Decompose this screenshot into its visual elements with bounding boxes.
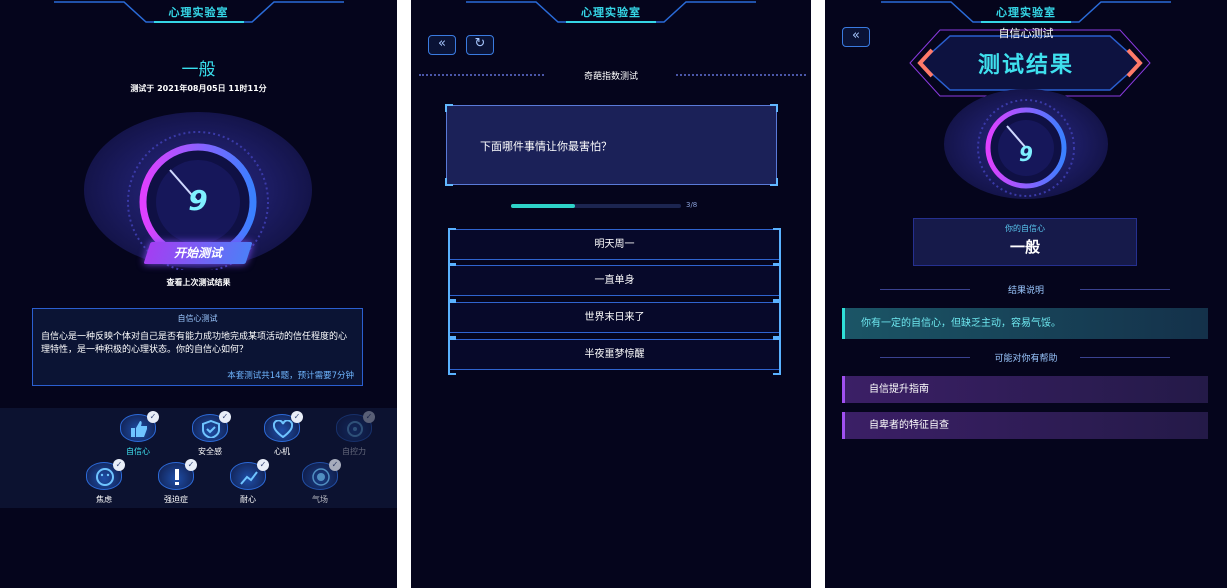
answer-option[interactable]: 半夜噩梦惊醒	[448, 338, 781, 375]
header-frame: 心理实验室	[53, 0, 344, 26]
header-title: 心理实验室	[581, 6, 641, 19]
question-screen: 心理实验室 « ↻ 奇葩指数测试 下面哪件事情让你最害怕？ 3/8 明天周一 一…	[411, 0, 811, 588]
category-label: 安全感	[198, 447, 222, 456]
refresh-icon: ↻	[474, 36, 486, 51]
category-label: 气场	[312, 495, 328, 504]
exclamation-icon	[175, 469, 179, 485]
intro-note: 本套测试共14题，预计需要7分钟	[227, 371, 354, 381]
category-label: 强迫症	[164, 495, 188, 504]
category-label: 焦虑	[96, 495, 112, 504]
category-scheming[interactable]: ✓ 心机	[252, 411, 312, 457]
progress-fill	[511, 204, 575, 208]
category-aura[interactable]: ✓ 气场	[290, 459, 350, 505]
shield-icon	[202, 420, 220, 438]
category-security[interactable]: ✓ 安全感	[180, 411, 240, 457]
start-test-button[interactable]: 开始测试	[143, 242, 253, 264]
category-anxiety[interactable]: ✓ 焦虑	[74, 459, 134, 505]
result-screen: 心理实验室 « 自信心测试 测试结果 9 你的自信心 一般 结果说明 你有一定的…	[825, 0, 1227, 588]
category-self-control[interactable]: ✓ 自控力	[324, 411, 384, 457]
category-label: 心机	[274, 447, 290, 456]
header-frame: 心理实验室	[881, 0, 1171, 26]
category-label: 自控力	[342, 447, 366, 456]
aura-icon	[312, 468, 330, 486]
growth-icon	[240, 471, 258, 485]
score-value: 9	[1019, 142, 1033, 166]
test-date: 测试于 2021年08月05日 11时11分	[130, 84, 267, 93]
heart-icon	[273, 420, 293, 438]
result-level-card: 你的自信心 一般	[913, 218, 1137, 266]
progress-text: 3/8	[686, 201, 698, 209]
question-card: 下面哪件事情让你最害怕？	[445, 104, 778, 186]
double-chevron-left-icon: «	[438, 36, 446, 51]
category-ocd[interactable]: ✓ 强迫症	[146, 459, 206, 505]
result-level: 一般	[1009, 238, 1040, 256]
start-test-label: 开始测试	[173, 246, 222, 260]
help-item[interactable]: 自卑者的特征自查	[842, 412, 1208, 439]
result-description: 你有一定的自信心，但缺乏主动，容易气馁。	[842, 308, 1208, 339]
divider	[1080, 289, 1170, 290]
category-label: 自信心	[126, 447, 150, 456]
level-text: 一般	[181, 60, 216, 80]
back-button[interactable]: «	[428, 35, 456, 55]
progress-bar	[511, 204, 681, 208]
answer-option[interactable]: 一直单身	[448, 264, 781, 301]
answer-option[interactable]: 世界末日来了	[448, 301, 781, 338]
target-icon	[347, 421, 363, 437]
your-confidence-label: 你的自信心	[1005, 224, 1045, 233]
score-value: 9	[188, 184, 208, 217]
category-confidence[interactable]: ✓ 自信心	[108, 411, 168, 457]
answer-option[interactable]: 明天周一	[448, 228, 781, 265]
help-item[interactable]: 自信提升指南	[842, 376, 1208, 403]
category-grid: ✓ 自信心 ✓ 安全感 ✓ 心机 ✓ 自控力 ✓ 焦虑 ✓ 强迫症 ✓ 耐心 ✓	[0, 408, 397, 508]
result-title: 测试结果	[977, 53, 1074, 78]
face-icon	[96, 468, 114, 486]
divider	[1080, 357, 1170, 358]
last-result-link[interactable]: 查看上次测试结果	[0, 277, 397, 288]
thumbs-up-icon	[131, 421, 147, 437]
category-patience[interactable]: ✓ 耐心	[218, 459, 278, 505]
question-text: 下面哪件事情让你最害怕？	[480, 140, 612, 153]
home-screen: 心理实验室 一般 测试于 2021年08月05日 11时11分 9 开始测试 查…	[0, 0, 397, 588]
score-gauge: 9	[943, 88, 1109, 200]
intro-text: 自信心是一种反映个体对自己是否有能力成功地完成某项活动的信任程度的心理特性，是一…	[41, 332, 348, 355]
category-label: 耐心	[240, 495, 256, 504]
divider	[676, 74, 806, 76]
result-subtitle: 自信心测试	[998, 27, 1054, 40]
refresh-button[interactable]: ↻	[466, 35, 494, 55]
header-title: 心理实验室	[168, 6, 229, 19]
intro-title: 自信心测试	[177, 314, 218, 323]
header-frame: 心理实验室	[466, 0, 756, 26]
test-intro-card: 自信心测试 自信心是一种反映个体对自己是否有能力成功地完成某项活动的信任程度的心…	[32, 308, 363, 386]
header-title: 心理实验室	[996, 6, 1056, 19]
